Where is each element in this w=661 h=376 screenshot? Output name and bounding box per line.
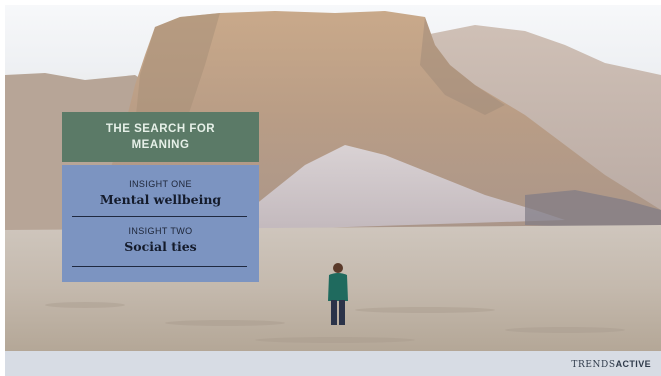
brand-prefix: TRENDS bbox=[571, 360, 616, 370]
brand-suffix: ACTIVE bbox=[615, 359, 651, 369]
insight-two: INSIGHT TWO Social ties bbox=[72, 226, 249, 254]
section-title-box: THE SEARCH FOR MEANING bbox=[62, 112, 259, 162]
insight-two-label: INSIGHT TWO bbox=[128, 226, 193, 236]
footer-bar: TRENDSACTIVE bbox=[5, 351, 661, 376]
section-title: THE SEARCH FOR MEANING bbox=[105, 123, 216, 151]
insight-one-label: INSIGHT ONE bbox=[129, 179, 192, 189]
insight-one-title: Mental wellbeing bbox=[99, 192, 222, 207]
insights-panel: INSIGHT ONE Mental wellbeing INSIGHT TWO… bbox=[62, 165, 259, 282]
brand-logo: TRENDSACTIVE bbox=[571, 359, 651, 370]
slide: THE SEARCH FOR MEANING INSIGHT ONE Menta… bbox=[0, 0, 661, 376]
insight-one: INSIGHT ONE Mental wellbeing bbox=[72, 179, 249, 207]
insight-two-divider bbox=[72, 266, 247, 267]
insight-one-divider bbox=[72, 216, 247, 217]
insight-two-title: Social ties bbox=[124, 239, 197, 254]
